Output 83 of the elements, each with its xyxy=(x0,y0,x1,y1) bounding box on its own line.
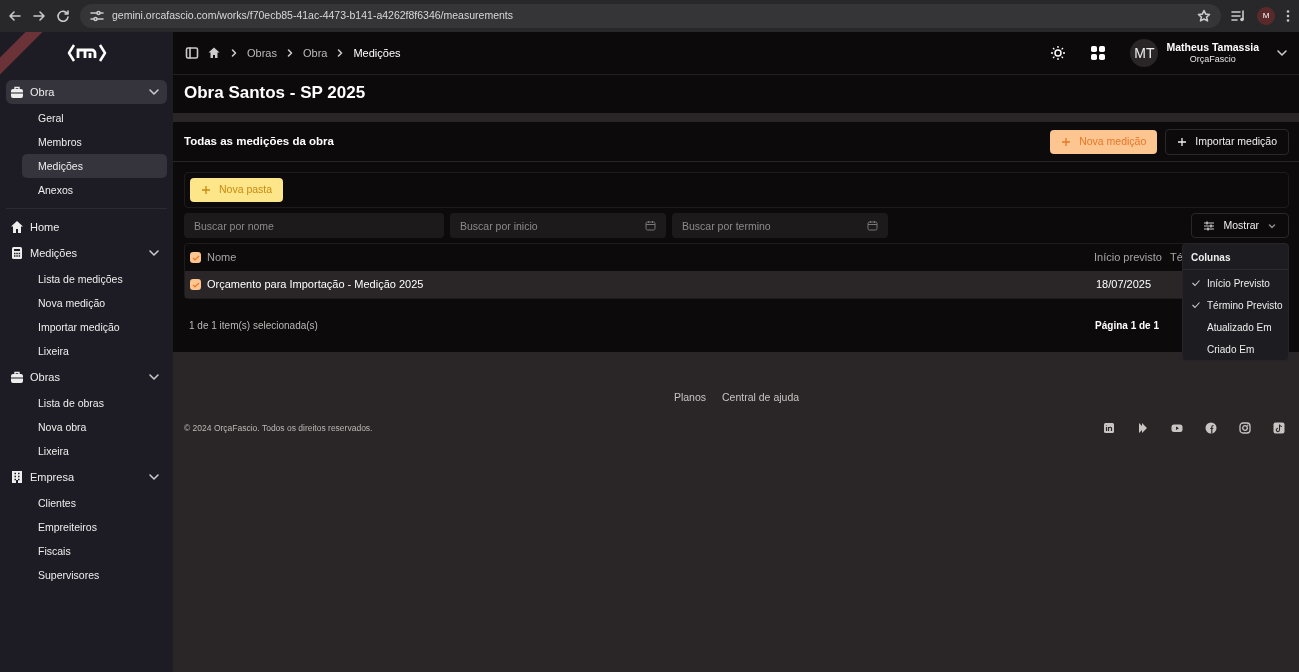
table-cell-text: Orçamento para Importação - Medição 2025 xyxy=(207,277,425,293)
date-field[interactable]: Buscar por termino xyxy=(672,213,888,239)
briefcase-icon xyxy=(10,370,24,384)
menu-item[interactable]: Início Previsto xyxy=(1183,272,1288,295)
sliders-icon xyxy=(1203,219,1216,232)
more-menu-icon[interactable] xyxy=(1285,9,1291,23)
home-icon xyxy=(10,220,24,234)
breadcrumb-link[interactable]: Obra xyxy=(302,44,328,62)
play-icon[interactable] xyxy=(1137,422,1149,435)
sidebar-group[interactable]: Medições xyxy=(6,241,167,265)
bookmark-star-icon[interactable] xyxy=(1197,9,1211,23)
column-header[interactable]: Té xyxy=(1170,249,1184,266)
pagination-text: Página 1 de 1 xyxy=(1095,319,1159,334)
sidebar-group[interactable]: Obra xyxy=(6,80,167,104)
home-icon[interactable] xyxy=(207,46,221,60)
sidebar-item[interactable]: Nova obra xyxy=(22,415,167,439)
logo-icon[interactable] xyxy=(66,42,107,64)
forward-icon[interactable] xyxy=(32,9,46,23)
sidebar-item[interactable]: Geral xyxy=(22,106,167,130)
camera-icon[interactable] xyxy=(1239,422,1251,435)
sidebar-item[interactable]: Anexos xyxy=(22,178,167,202)
briefcase-icon xyxy=(10,85,24,99)
section-title: Todas as medições da obra xyxy=(184,134,334,150)
sidebar-item[interactable]: Medições xyxy=(22,154,167,178)
sidebar-item[interactable]: Membros xyxy=(22,130,167,154)
menu-item[interactable]: Criado Em xyxy=(1183,338,1288,361)
copyright-text: © 2024 OrçaFascio. Todos os direitos reservados. xyxy=(184,421,373,435)
sidebar-item[interactable]: Lista de medições xyxy=(22,267,167,291)
building-icon xyxy=(10,470,24,484)
sidebar-group[interactable]: Empresa xyxy=(6,465,167,489)
table-cell-text: 18/07/2025 xyxy=(1096,277,1153,293)
date-field[interactable]: Buscar por inicio xyxy=(450,213,666,239)
reload-icon[interactable] xyxy=(56,9,70,23)
search-field[interactable]: Buscar por nome xyxy=(184,213,444,239)
menu-item[interactable]: Término Previsto xyxy=(1183,294,1288,317)
user-name: Matheus Tamassia xyxy=(1166,41,1259,54)
show-columns-button[interactable]: Mostrar xyxy=(1191,213,1289,239)
sidebar-item[interactable]: Lista de obras xyxy=(22,391,167,415)
column-header[interactable]: Nome xyxy=(207,249,1092,266)
checkbox[interactable] xyxy=(190,279,201,291)
facebook-icon[interactable] xyxy=(1205,422,1217,435)
sidebar-item[interactable]: Supervisores xyxy=(22,563,167,587)
profile-avatar[interactable]: M xyxy=(1257,7,1275,25)
selection-count: 1 de 1 item(s) selecionada(s) xyxy=(189,319,318,334)
sidebar-item[interactable]: Clientes xyxy=(22,491,167,515)
video-icon[interactable] xyxy=(1171,422,1183,435)
media-queue-icon[interactable] xyxy=(1231,9,1247,23)
page-title: Obra Santos - SP 2025 xyxy=(183,82,367,104)
menu-title: Colunas xyxy=(1183,244,1288,271)
apps-grid-icon[interactable] xyxy=(1090,45,1107,61)
sidebar-item[interactable]: Importar medição xyxy=(22,315,167,339)
sidebar-item[interactable]: Lixeira xyxy=(22,339,167,363)
sidebar-item[interactable]: Nova medição xyxy=(22,291,167,315)
breadcrumb-link[interactable]: Obras xyxy=(247,44,277,62)
sidebar-item[interactable]: Empreiteiros xyxy=(22,515,167,539)
sun-icon[interactable] xyxy=(1050,45,1067,61)
calculator-icon xyxy=(10,246,24,260)
sidebar-item[interactable]: Fiscais xyxy=(22,539,167,563)
calendar-icon[interactable] xyxy=(867,220,878,232)
column-header[interactable]: Início previsto xyxy=(1094,249,1168,266)
plus-icon xyxy=(1061,136,1072,147)
chevron-right-icon xyxy=(229,48,239,58)
sidebar-item[interactable]: Lixeira xyxy=(22,439,167,463)
linkedin-icon[interactable] xyxy=(1103,422,1115,435)
calendar-icon[interactable] xyxy=(645,220,656,232)
check-icon xyxy=(1191,278,1201,289)
user-avatar[interactable]: MT xyxy=(1130,39,1159,67)
sidebar-toggle-icon[interactable] xyxy=(185,46,199,60)
check-icon xyxy=(1191,300,1201,311)
music-note-icon[interactable] xyxy=(1273,422,1285,435)
sidebar-group[interactable]: Obras xyxy=(6,365,167,389)
menu-item[interactable]: Atualizado Em xyxy=(1183,316,1288,339)
plus-icon xyxy=(201,185,211,196)
breadcrumb-link[interactable]: Medições xyxy=(353,44,401,62)
footer-link[interactable]: Central de ajuda xyxy=(722,390,800,406)
plus-icon xyxy=(1177,136,1188,147)
footer-link[interactable]: Planos xyxy=(673,390,706,406)
site-settings-icon[interactable] xyxy=(90,10,104,22)
checkbox[interactable] xyxy=(190,252,201,264)
user-organization: OrçaFascio xyxy=(1189,53,1236,65)
sidebar-group[interactable]: Home xyxy=(6,215,167,239)
back-icon[interactable] xyxy=(8,9,22,23)
import-measurement-button[interactable]: Importar medição xyxy=(1165,129,1289,155)
